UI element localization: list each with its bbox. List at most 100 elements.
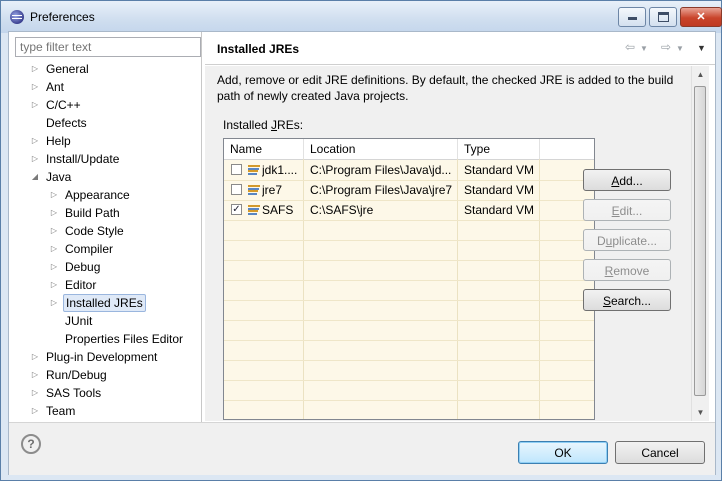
help-icon[interactable]: ? bbox=[21, 434, 41, 454]
tree-item-label: JUnit bbox=[65, 314, 93, 328]
empty-table-row bbox=[224, 240, 594, 261]
dialog-client: ▷ General ▷ Ant ▷ C/C++ Defects ▷ Help ▷ Install/U… bbox=[8, 31, 716, 475]
duplicate-button[interactable]: Duplicate... bbox=[583, 229, 671, 251]
maximize-button[interactable] bbox=[649, 7, 677, 27]
header-divider bbox=[205, 64, 715, 65]
tree-collapsed-icon[interactable]: ▷ bbox=[30, 150, 40, 168]
jre-library-icon bbox=[248, 205, 260, 215]
jre-library-icon bbox=[248, 185, 260, 195]
preference-tree-panel: ▷ General ▷ Ant ▷ C/C++ Defects ▷ Help ▷ Install/U… bbox=[9, 32, 201, 422]
empty-table-row bbox=[224, 220, 594, 241]
edit-button[interactable]: Edit... bbox=[583, 199, 671, 221]
tree-item-label: Ant bbox=[46, 80, 65, 94]
back-menu-icon[interactable]: ▼ bbox=[640, 44, 648, 53]
column-header-location[interactable]: Location bbox=[304, 139, 458, 159]
minimize-button[interactable] bbox=[618, 7, 646, 27]
forward-menu-icon[interactable]: ▼ bbox=[676, 44, 684, 53]
maximize-icon bbox=[657, 12, 669, 22]
cell-location: C:\Program Files\Java\jre7 bbox=[310, 183, 453, 197]
tree-collapsed-icon[interactable]: ▷ bbox=[30, 366, 40, 384]
cell-name: jdk1.... bbox=[262, 163, 298, 177]
filter-input[interactable] bbox=[15, 37, 201, 57]
page-body: Add, remove or edit JRE definitions. By … bbox=[205, 66, 691, 421]
tree-item-label: Appearance bbox=[65, 188, 130, 202]
column-header-name[interactable]: Name bbox=[224, 139, 304, 159]
empty-table-row bbox=[224, 320, 594, 341]
tree-collapsed-icon[interactable]: ▷ bbox=[30, 348, 40, 366]
cell-location: C:\Program Files\Java\jd... bbox=[310, 163, 452, 177]
page-title: Installed JREs bbox=[217, 42, 300, 56]
tree-collapsed-icon[interactable]: ▷ bbox=[30, 132, 40, 150]
tree-collapsed-icon[interactable]: ▷ bbox=[49, 204, 59, 222]
cancel-button[interactable]: Cancel bbox=[615, 441, 705, 464]
cell-name: jre7 bbox=[262, 183, 283, 197]
empty-table-row bbox=[224, 300, 594, 321]
tree-collapsed-icon[interactable]: ▷ bbox=[49, 276, 59, 294]
tree-item-label: C/C++ bbox=[46, 98, 81, 112]
cell-type: Standard VM bbox=[464, 203, 535, 217]
tree-collapsed-icon[interactable]: ▷ bbox=[30, 60, 40, 78]
ok-button[interactable]: OK bbox=[518, 441, 608, 464]
tree-item-label: General bbox=[46, 62, 89, 76]
back-arrow-icon[interactable]: ⇦ bbox=[625, 40, 635, 54]
column-header-filler bbox=[540, 139, 594, 159]
tree-collapsed-icon[interactable]: ▷ bbox=[30, 384, 40, 402]
table-header: Name Location Type bbox=[224, 139, 594, 160]
tree-item-label: Code Style bbox=[65, 224, 124, 238]
close-button[interactable]: ✕ bbox=[680, 7, 722, 27]
remove-button[interactable]: Remove bbox=[583, 259, 671, 281]
tree-item-label: SAS Tools bbox=[46, 386, 102, 400]
tree-collapsed-icon[interactable]: ▷ bbox=[49, 240, 59, 258]
preferences-window: Preferences ✕ ▷ General ▷ Ant ▷ C/C++ Defects ▷… bbox=[0, 0, 722, 481]
close-icon: ✕ bbox=[696, 11, 706, 23]
scroll-down-icon[interactable]: ▼ bbox=[692, 404, 709, 421]
tree-item-label: Java bbox=[46, 170, 72, 184]
scrollbar-thumb[interactable] bbox=[694, 86, 706, 396]
tree-item-label: Plug-in Development bbox=[46, 350, 158, 364]
add-button[interactable]: Add... bbox=[583, 169, 671, 191]
jre-checkbox[interactable]: ✓ bbox=[231, 204, 242, 215]
panel-splitter[interactable] bbox=[201, 32, 202, 422]
title-bar[interactable]: Preferences ✕ bbox=[1, 1, 722, 33]
empty-table-row bbox=[224, 360, 594, 381]
tree-collapsed-icon[interactable]: ▷ bbox=[30, 402, 40, 420]
empty-table-row bbox=[224, 340, 594, 361]
tree-item-label: Team bbox=[46, 404, 76, 418]
empty-table-row bbox=[224, 260, 594, 281]
page-description: Add, remove or edit JRE definitions. By … bbox=[217, 73, 674, 103]
jre-checkbox[interactable] bbox=[231, 184, 242, 195]
tree-collapsed-icon[interactable]: ▷ bbox=[30, 78, 40, 96]
tree-item-label: Build Path bbox=[65, 206, 120, 220]
table-row[interactable]: jdk1.... C:\Program Files\Java\jd... Stand… bbox=[224, 160, 594, 181]
jre-checkbox[interactable] bbox=[231, 164, 242, 175]
tree-collapsed-icon[interactable]: ▷ bbox=[30, 96, 40, 114]
tree-item-label: Editor bbox=[65, 278, 97, 292]
tree-collapsed-icon[interactable]: ▷ bbox=[49, 294, 59, 312]
forward-arrow-icon[interactable]: ⇨ bbox=[661, 40, 671, 54]
tree-item-label: Run/Debug bbox=[46, 368, 107, 382]
tree-collapsed-icon[interactable]: ▷ bbox=[49, 186, 59, 204]
installed-jres-label: Installed JREs: bbox=[223, 118, 304, 132]
table-row[interactable]: jre7 C:\Program Files\Java\jre7 Standard V… bbox=[224, 180, 594, 201]
preference-page: Installed JREs ⇦ ▼ ⇨ ▼ ▼ Add, remove or … bbox=[205, 32, 715, 422]
column-header-type[interactable]: Type bbox=[458, 139, 540, 159]
page-scrollbar[interactable]: ▲ ▼ bbox=[691, 66, 709, 421]
window-title: Preferences bbox=[30, 10, 95, 24]
scroll-up-icon[interactable]: ▲ bbox=[692, 66, 709, 83]
table-row[interactable]: ✓ SAFS C:\SAFS\jre Standard VM bbox=[224, 200, 594, 221]
tree-item-label: Defects bbox=[46, 116, 87, 130]
tree-collapsed-icon[interactable]: ▷ bbox=[49, 258, 59, 276]
cell-location: C:\SAFS\jre bbox=[310, 203, 374, 217]
tree-item-label: Debug bbox=[65, 260, 101, 274]
minimize-icon bbox=[627, 17, 637, 20]
tree-item-label: Install/Update bbox=[46, 152, 120, 166]
search-button[interactable]: Search... bbox=[583, 289, 671, 311]
tree-expanded-icon[interactable]: ◢ bbox=[30, 168, 40, 186]
tree-collapsed-icon[interactable]: ▷ bbox=[49, 222, 59, 240]
tree-item-label: Installed JREs bbox=[63, 294, 146, 312]
view-menu-icon[interactable]: ▼ bbox=[697, 43, 706, 53]
jre-table[interactable]: Name Location Type jdk1.... C:\Program Fi… bbox=[223, 138, 595, 420]
cell-type: Standard VM bbox=[464, 163, 535, 177]
eclipse-icon bbox=[10, 10, 24, 24]
tree-item-label: Properties Files Editor bbox=[65, 332, 184, 346]
